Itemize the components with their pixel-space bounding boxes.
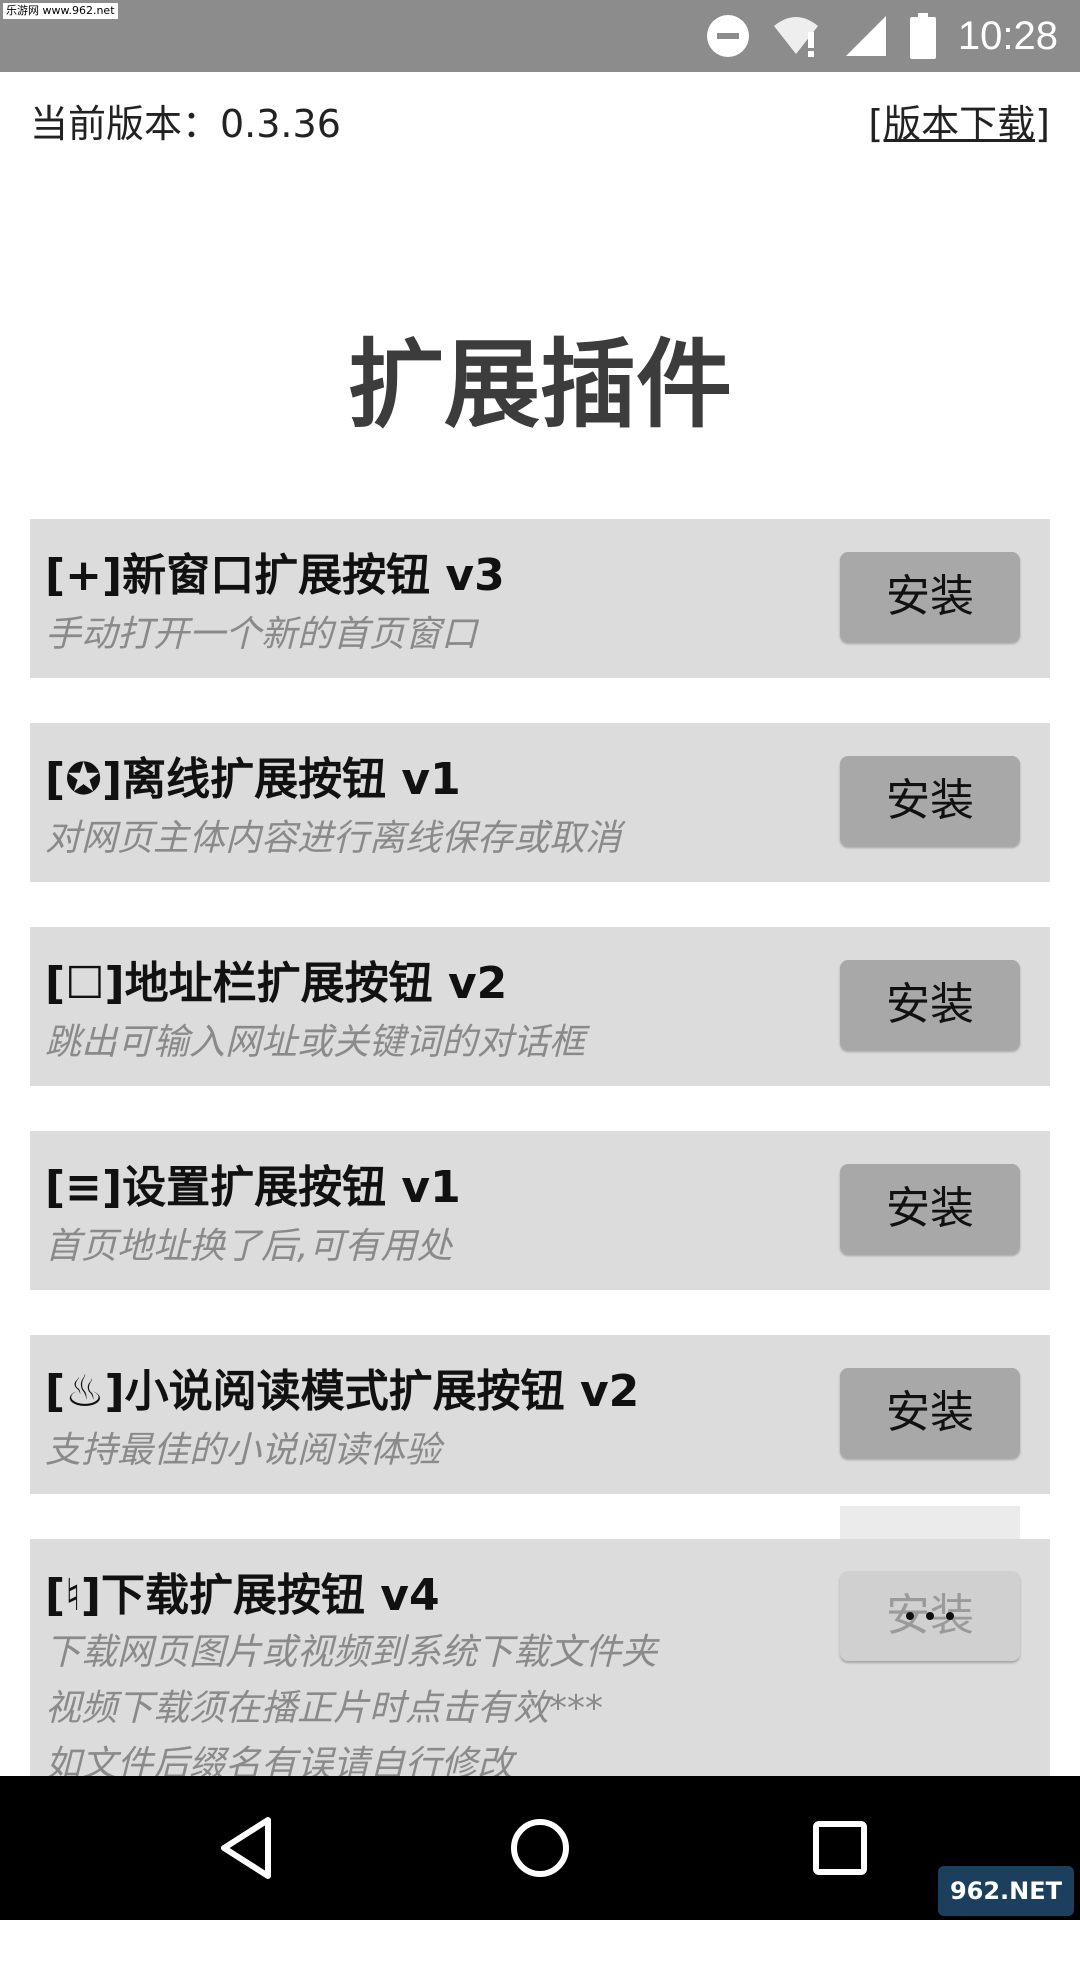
plugin-description: 下载网页图片或视频到系统下载文件夹 [45,1632,658,1673]
install-button[interactable]: 安装 [840,756,1020,846]
install-button[interactable]: 安装 [840,1164,1020,1254]
plugin-item-new-window: [+]新窗口扩展按钮 v3 手动打开一个新的首页窗口 安装 [30,519,1050,678]
navigation-bar: 962.NET 乐游网 [0,1776,1080,1955]
plugin-description: 跳出可输入网址或关键词的对话框 [45,1022,586,1063]
plugin-description: 首页地址换了后,可有用处 [45,1226,453,1267]
current-version-label: 当前版本：0.3.36 [30,102,341,146]
signal-icon [845,16,886,56]
plugin-description: 如文件后缀名有误请自行修改 [45,1744,514,1776]
loading-dot [946,1612,954,1620]
install-button[interactable]: 安装 [840,552,1020,642]
loading-dot [906,1612,914,1620]
do-not-disturb-icon [706,15,749,57]
plugin-item-novel-reader: [♨]小说阅读模式扩展按钮 v2 支持最佳的小说阅读体验 安装 [30,1335,1050,1494]
plugin-title: [+]新窗口扩展按钮 v3 [45,550,505,601]
plugin-item-settings: [≡]设置扩展按钮 v1 首页地址换了后,可有用处 安装 [30,1131,1050,1290]
install-button[interactable]: 安装 [840,1368,1020,1458]
plugin-title: [♮]下载扩展按钮 v4 [45,1570,440,1621]
plugin-title: [☐]地址栏扩展按钮 v2 [45,958,508,1009]
plugin-title: [✪]离线扩展按钮 v1 [45,754,461,805]
plugin-item-download: [♮]下载扩展按钮 v4 下载网页图片或视频到系统下载文件夹 视频下载须在播正片… [30,1539,1050,1776]
clock: 10:28 [957,13,1058,58]
watermark-small: 乐游网 www.962.net [3,3,118,19]
install-button[interactable]: 安装 [840,960,1020,1050]
version-download-link[interactable]: [版本下载] [868,96,1050,152]
version-row: 当前版本：0.3.36 [版本下载] [30,96,1050,152]
install-button[interactable]: 安装 [840,1571,1020,1661]
plugin-title: [♨]小说阅读模式扩展按钮 v2 [45,1366,640,1417]
plugin-description: 支持最佳的小说阅读体验 [45,1430,442,1471]
plugin-title: [≡]设置扩展按钮 v1 [45,1162,461,1213]
loading-dot [926,1612,934,1620]
plugin-description: 手动打开一个新的首页窗口 [45,614,478,655]
loading-dots [840,1571,1020,1661]
plugin-item-offline: [✪]离线扩展按钮 v1 对网页主体内容进行离线保存或取消 安装 [30,723,1050,882]
plugin-item-address-bar: [☐]地址栏扩展按钮 v2 跳出可输入网址或关键词的对话框 安装 [30,927,1050,1086]
recents-icon[interactable] [802,1810,878,1886]
battery-icon [909,13,936,59]
back-icon[interactable] [210,1810,286,1886]
status-bar: 乐游网 www.962.net 10:28 [0,0,1080,72]
plugin-description: 对网页主体内容进行离线保存或取消 [45,818,622,859]
page-title: 扩展插件 [348,329,732,441]
home-icon[interactable] [502,1810,578,1886]
watermark-logo: 962.NET 乐游网 [938,1866,1074,1955]
wifi-alert-icon [773,17,818,57]
plugin-description: 视频下载须在播正片时点击有效*** [45,1688,604,1729]
